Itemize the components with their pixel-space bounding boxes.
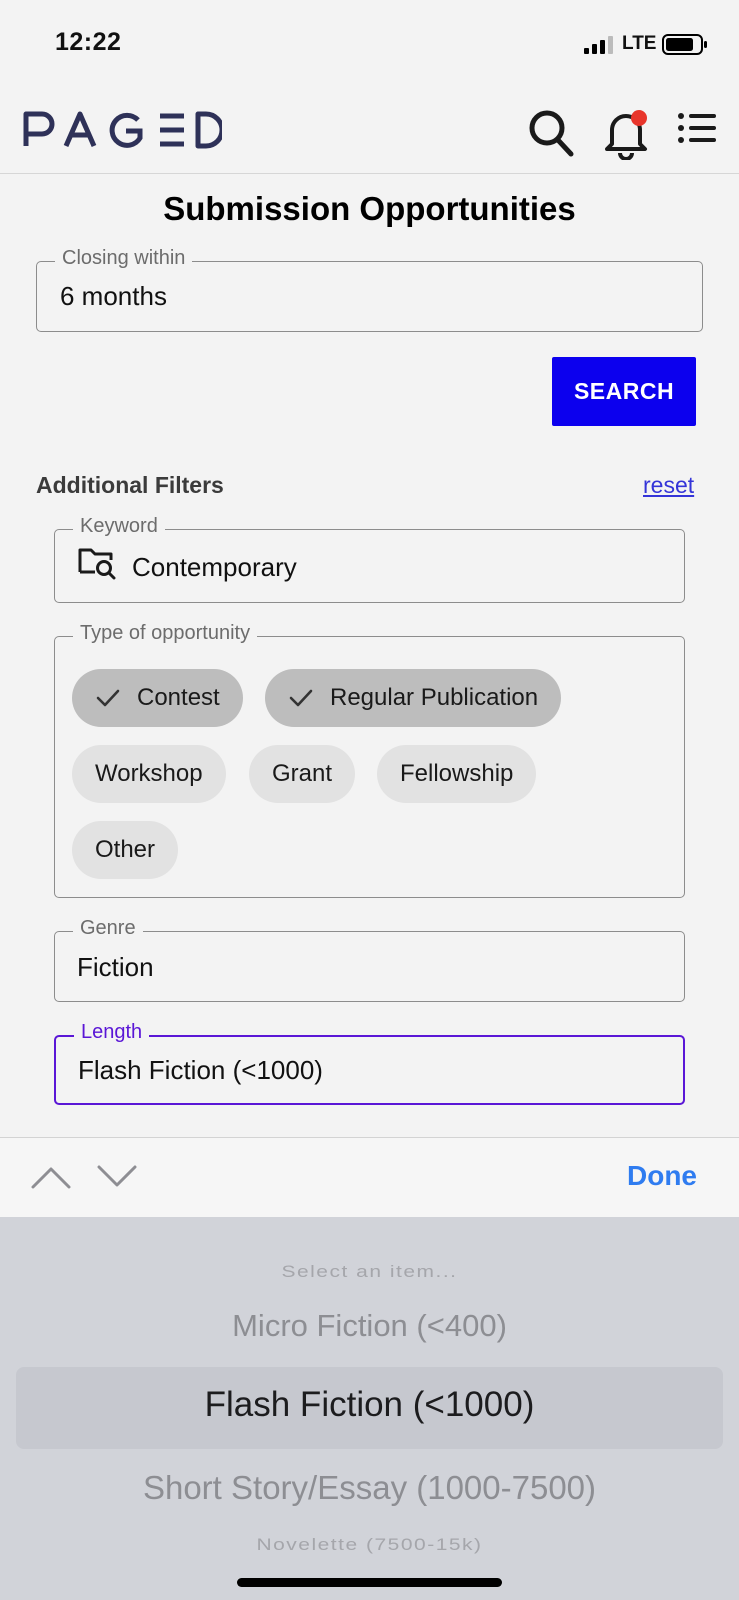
chip-label: Regular Publication (330, 684, 539, 711)
status-time: 12:22 (55, 28, 122, 56)
genre-select[interactable]: Genre Fiction (54, 917, 685, 1002)
opportunity-type-label: Type of opportunity (73, 622, 258, 645)
length-picker[interactable]: Select an item... Micro Fiction (<400) F… (0, 1217, 739, 1600)
closing-within-value: 6 months (60, 281, 167, 311)
reset-link[interactable]: reset (643, 472, 694, 499)
length-label: Length (74, 1021, 150, 1044)
closing-within-label: Closing within (55, 247, 193, 270)
chip-workshop[interactable]: Workshop (72, 745, 226, 803)
header-divider (0, 173, 739, 174)
home-indicator (237, 1578, 502, 1587)
picker-option[interactable]: Novelette (7500-15k) (0, 1535, 739, 1554)
chip-label: Workshop (95, 760, 203, 787)
closing-within-select[interactable]: Closing within 6 months (36, 247, 703, 332)
done-button[interactable]: Done (627, 1160, 697, 1192)
chip-label: Contest (137, 684, 220, 711)
keyword-value: Contemporary (132, 552, 297, 582)
network-type: LTE (622, 33, 657, 54)
picker-option[interactable]: Micro Fiction (<400) (0, 1308, 739, 1344)
chip-contest[interactable]: Contest (72, 669, 243, 727)
chip-regular-publication[interactable]: Regular Publication (265, 669, 562, 727)
paged-logo[interactable] (22, 108, 225, 152)
chip-label: Other (95, 836, 156, 863)
page-title: Submission Opportunities (163, 190, 576, 227)
chevron-up-icon[interactable] (30, 1164, 72, 1190)
chip-other[interactable]: Other (72, 821, 179, 879)
notification-badge (631, 110, 647, 126)
battery-icon (662, 34, 707, 55)
genre-label: Genre (73, 917, 143, 940)
keyboard-accessory-bar: Done (0, 1137, 739, 1217)
keyword-input[interactable]: Keyword Contemporary (54, 515, 685, 603)
folder-search-icon (78, 548, 116, 580)
chip-fellowship[interactable]: Fellowship (377, 745, 537, 803)
bell-icon[interactable] (600, 104, 652, 160)
check-icon (96, 689, 120, 707)
chip-grant[interactable]: Grant (249, 745, 356, 803)
picker-option[interactable]: Short Story/Essay (1000-7500) (0, 1469, 739, 1507)
genre-value: Fiction (77, 952, 154, 982)
keyword-label: Keyword (73, 515, 165, 538)
opportunity-type-group: Type of opportunity Contest Regular Publ… (54, 622, 685, 898)
check-icon (289, 689, 313, 707)
list-menu-icon[interactable] (677, 111, 717, 145)
length-select[interactable]: Length Flash Fiction (<1000) (54, 1021, 685, 1105)
additional-filters-heading: Additional Filters (36, 472, 224, 498)
picker-option[interactable]: Select an item... (0, 1262, 739, 1281)
search-button[interactable]: SEARCH (552, 357, 696, 426)
signal-bars-icon (584, 36, 613, 54)
chevron-down-icon[interactable] (96, 1164, 138, 1190)
picker-option-selected[interactable]: Flash Fiction (<1000) (0, 1385, 739, 1425)
logo-mark (23, 111, 225, 149)
chip-label: Fellowship (400, 760, 514, 787)
search-icon[interactable] (527, 108, 575, 158)
length-value: Flash Fiction (<1000) (78, 1055, 323, 1085)
chip-label: Grant (272, 760, 333, 787)
